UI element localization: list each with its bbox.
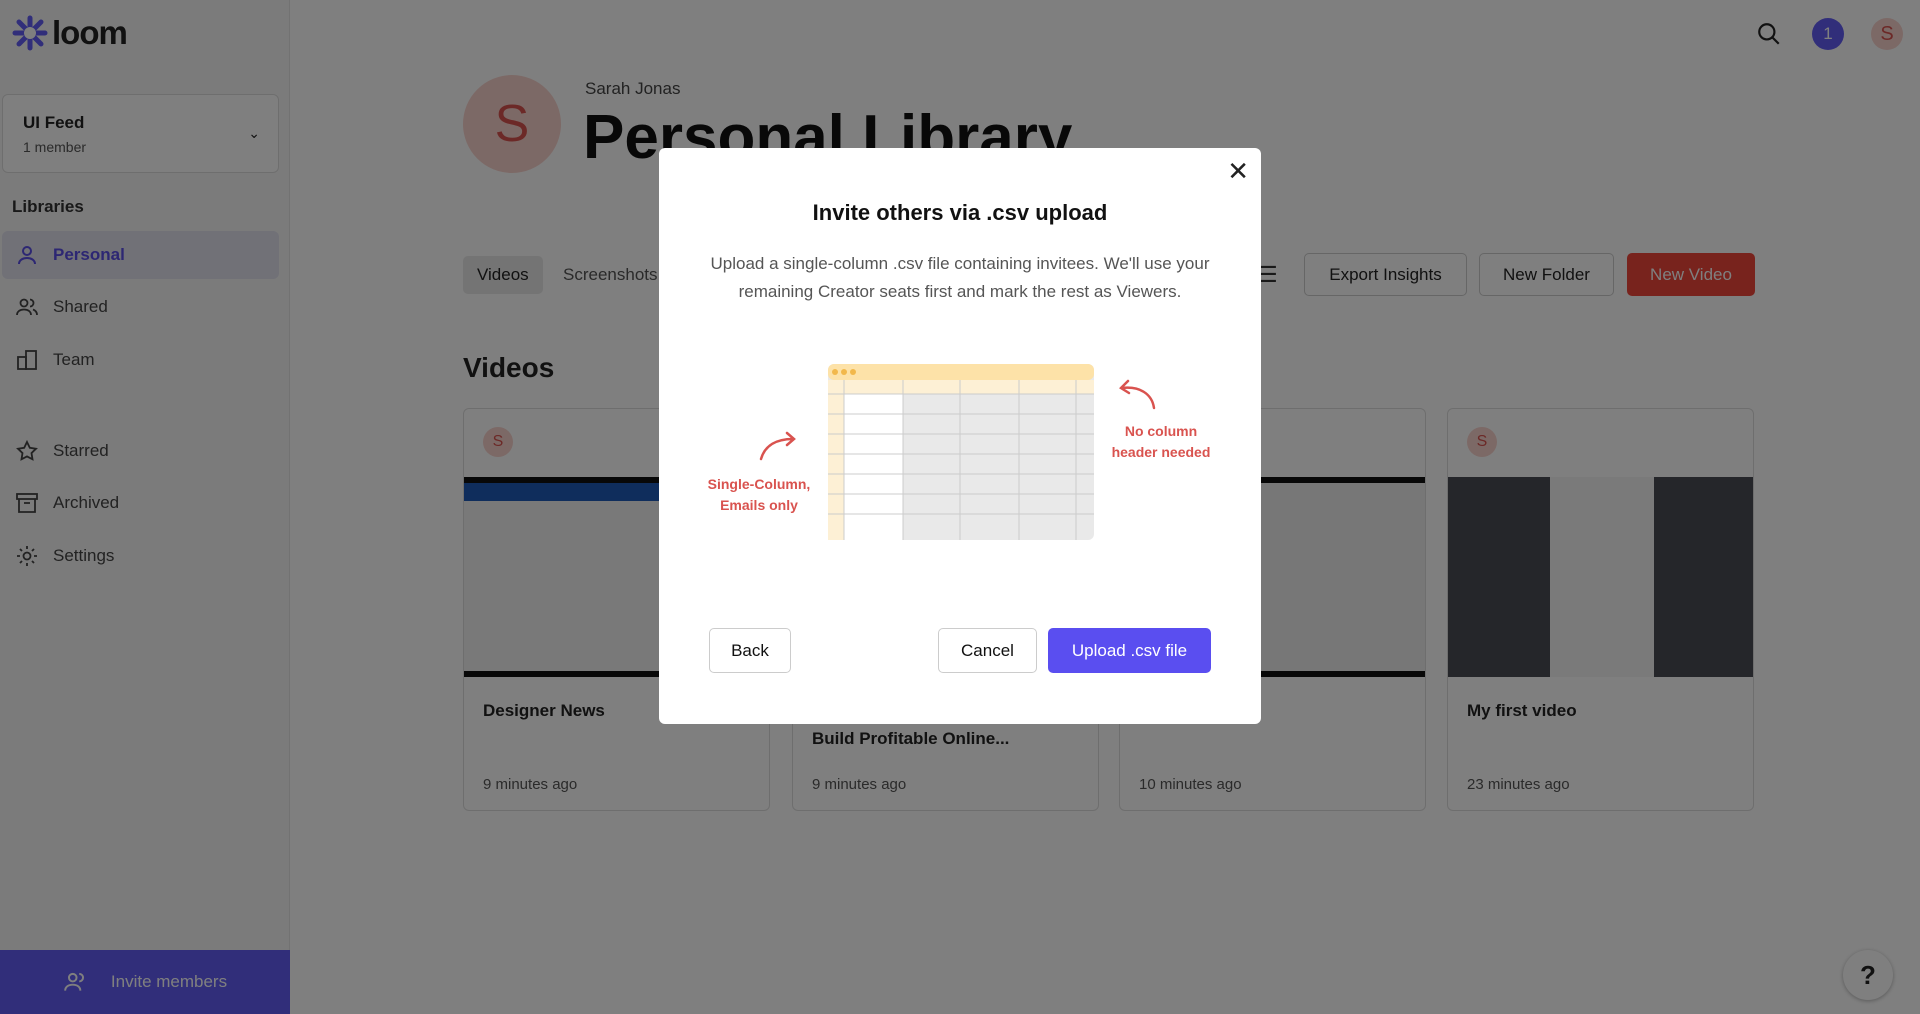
no-header-note: No column header needed — [1111, 423, 1211, 460]
cancel-button[interactable]: Cancel — [938, 628, 1037, 673]
arrow-left-icon — [1119, 379, 1156, 410]
upload-csv-button[interactable]: Upload .csv file — [1048, 628, 1211, 673]
csv-upload-dialog: ✕ Invite others via .csv upload Upload a… — [659, 148, 1261, 724]
single-column-note: Single-Column, Emails only — [707, 476, 811, 513]
dialog-title: Invite others via .csv upload — [812, 200, 1108, 225]
spreadsheet-illustration — [828, 364, 1094, 540]
dialog-description: Upload a single-column .csv file contain… — [710, 254, 1210, 301]
close-icon[interactable]: ✕ — [1227, 156, 1249, 187]
arrow-right-icon — [759, 431, 796, 461]
back-button[interactable]: Back — [709, 628, 791, 673]
